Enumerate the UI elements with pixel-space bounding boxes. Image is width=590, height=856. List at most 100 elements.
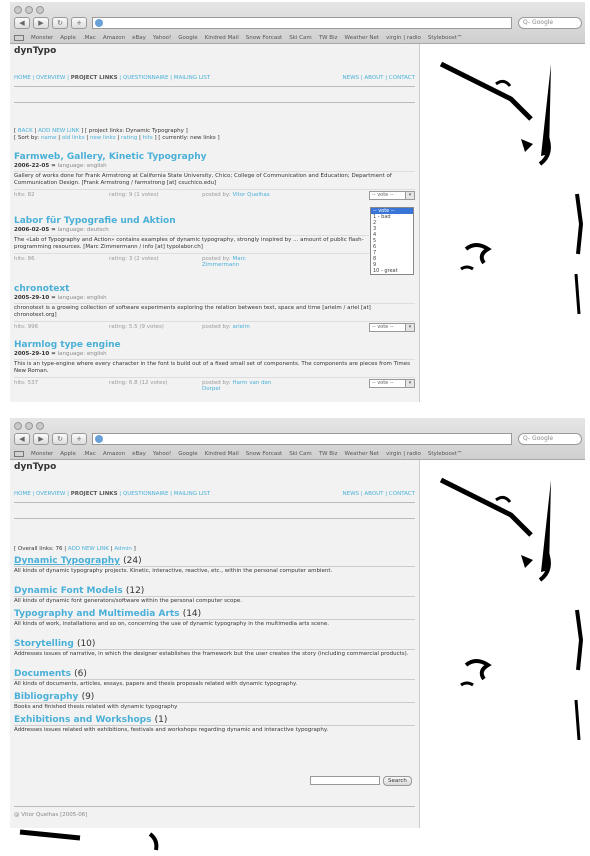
bookmark-item[interactable]: virgin | radio [386, 33, 421, 43]
bookmark-item[interactable]: Weather Net [344, 449, 379, 459]
bookmark-item[interactable]: Styleboost™ [428, 449, 463, 459]
bookmark-item[interactable]: virgin | radio [386, 449, 421, 459]
category-link[interactable]: Documents [14, 669, 71, 679]
bookmark-item[interactable]: eBay [132, 449, 146, 459]
entry-title[interactable]: chronotext [14, 284, 415, 294]
add-new-link[interactable]: ADD NEW LINK [38, 128, 79, 134]
bookmark-item[interactable]: Ski Cam [289, 449, 312, 459]
nav-home[interactable]: HOME [14, 75, 31, 81]
nav-questionnaire[interactable]: QUESTIONNAIRE [123, 75, 169, 81]
bookmark-item[interactable]: Google [178, 33, 197, 43]
sort-name[interactable]: name [41, 135, 57, 141]
bookmark-item[interactable]: TW Biz [319, 33, 338, 43]
bookmark-item[interactable]: Kindred Mail [205, 33, 239, 43]
zoom-window-button[interactable] [36, 422, 44, 430]
entry-meta: 2005-29-10 = language: english [14, 295, 107, 301]
reload-icon[interactable]: ↻ [52, 433, 68, 445]
bookmark-item[interactable]: Weather Net [344, 33, 379, 43]
back-button[interactable]: ◀ [14, 17, 30, 29]
entry-hits: hits: 86 [14, 256, 35, 262]
address-bar[interactable] [92, 17, 512, 29]
bookmark-item[interactable]: Snow Forcast [246, 33, 282, 43]
bookmarks-icon[interactable] [14, 35, 24, 41]
add-bookmark-button[interactable]: + [71, 433, 87, 445]
minimize-window-button[interactable] [25, 6, 33, 14]
category-link[interactable]: Typography and Multimedia Arts [14, 609, 180, 619]
nav-home[interactable]: HOME [14, 491, 31, 497]
add-bookmark-button[interactable]: + [71, 17, 87, 29]
bookmark-item[interactable]: Yahoo! [153, 449, 171, 459]
poster-link[interactable]: arielm [232, 324, 249, 330]
zoom-window-button[interactable] [36, 6, 44, 14]
bookmarks-bar: Monster Apple .Mac Amazon eBay Yahoo! Go… [14, 33, 583, 43]
bookmark-item[interactable]: Apple [60, 33, 76, 43]
bookmark-item[interactable]: Kindred Mail [205, 449, 239, 459]
vote-option[interactable]: 10 - great [371, 268, 413, 274]
vote-select[interactable]: -- vote -- ▾ [369, 191, 415, 200]
bookmark-item[interactable]: Monster [31, 449, 53, 459]
nav-questionnaire[interactable]: QUESTIONNAIRE [123, 491, 169, 497]
nav-contact[interactable]: CONTACT [389, 491, 415, 497]
nav-news[interactable]: NEWS [343, 491, 360, 497]
site-logo[interactable]: dynTypo [10, 44, 419, 58]
nav-about[interactable]: ABOUT [364, 75, 383, 81]
bookmark-item[interactable]: Monster [31, 33, 53, 43]
bookmark-item[interactable]: Yahoo! [153, 33, 171, 43]
entry-title[interactable]: Labor für Typografie und Aktion [14, 216, 369, 226]
bookmark-item[interactable]: .Mac [83, 33, 96, 43]
search-button[interactable]: Search [383, 776, 412, 786]
google-search-field[interactable]: Q- Google [518, 433, 582, 445]
reload-icon[interactable]: ↻ [52, 17, 68, 29]
poster-link[interactable]: Vitor Quelhas [232, 192, 269, 198]
nav-mailing-list[interactable]: MAILING LIST [174, 75, 210, 81]
nav-mailing-list[interactable]: MAILING LIST [174, 491, 210, 497]
bookmark-item[interactable]: Styleboost™ [428, 33, 463, 43]
nav-news[interactable]: NEWS [343, 75, 360, 81]
minimize-window-button[interactable] [25, 422, 33, 430]
forward-button[interactable]: ▶ [33, 17, 49, 29]
nav-project-links[interactable]: PROJECT LINKS [71, 75, 118, 81]
back-button[interactable]: ◀ [14, 433, 30, 445]
bookmark-item[interactable]: eBay [132, 33, 146, 43]
bookmark-item[interactable]: Google [178, 449, 197, 459]
forward-button[interactable]: ▶ [33, 433, 49, 445]
vote-select[interactable]: -- vote -- ▾ [369, 323, 415, 332]
sort-old[interactable]: old links [62, 135, 85, 141]
category-link[interactable]: Dynamic Font Models [14, 586, 123, 596]
vote-select[interactable]: -- vote -- ▾ [369, 379, 415, 388]
category-link[interactable]: Exhibitions and Workshops [14, 715, 151, 725]
bookmarks-icon[interactable] [14, 451, 24, 457]
bookmark-item[interactable]: TW Biz [319, 449, 338, 459]
nav-overview[interactable]: OVERVIEW [36, 75, 65, 81]
site-logo[interactable]: dynTypo [10, 460, 419, 474]
google-search-field[interactable]: Q- Google [518, 17, 582, 29]
category-link[interactable]: Dynamic Typography [14, 556, 120, 566]
close-window-button[interactable] [14, 422, 22, 430]
nav-about[interactable]: ABOUT [364, 491, 383, 497]
sort-new[interactable]: new links [90, 135, 116, 141]
address-bar[interactable] [92, 433, 512, 445]
category-item: Bibliography (9) Books and finished thes… [14, 692, 415, 711]
bookmark-item[interactable]: Snow Forcast [246, 449, 282, 459]
bookmark-item[interactable]: .Mac [83, 449, 96, 459]
entry-title[interactable]: Farmweb, Gallery, Kinetic Typography [14, 152, 415, 162]
nav-overview[interactable]: OVERVIEW [36, 491, 65, 497]
search-input[interactable] [310, 776, 380, 785]
sort-rating[interactable]: rating [121, 135, 137, 141]
category-link[interactable]: Storytelling [14, 639, 74, 649]
sort-hits[interactable]: hits [143, 135, 153, 141]
entry-title[interactable]: Harmlog type engine [14, 340, 415, 350]
back-link[interactable]: BACK [18, 128, 33, 134]
nav-project-links[interactable]: PROJECT LINKS [71, 491, 118, 497]
bookmark-item[interactable]: Amazon [103, 449, 125, 459]
add-new-link[interactable]: ADD NEW LINK [68, 546, 109, 552]
bookmark-item[interactable]: Ski Cam [289, 33, 312, 43]
category-link[interactable]: Bibliography [14, 692, 78, 702]
bookmark-item[interactable]: Amazon [103, 33, 125, 43]
kinetic-type-artwork [421, 460, 585, 828]
close-window-button[interactable] [14, 6, 22, 14]
nav-contact[interactable]: CONTACT [389, 75, 415, 81]
admin-link[interactable]: Admin [114, 546, 132, 552]
category-item: Exhibitions and Workshops (1) Addresses … [14, 715, 415, 734]
bookmark-item[interactable]: Apple [60, 449, 76, 459]
